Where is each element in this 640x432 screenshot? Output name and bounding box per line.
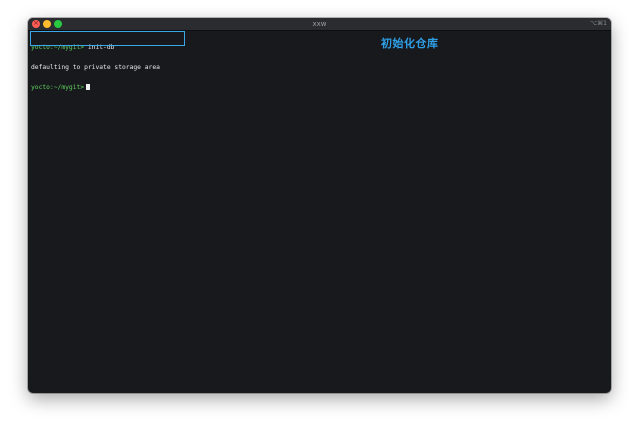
text-cursor xyxy=(86,84,91,90)
terminal-window: × xxw ⌥⌘1 yocto:~/mygit> init-db default… xyxy=(28,18,611,393)
terminal-line: yocto:~/mygit> xyxy=(31,84,160,91)
annotation-label: 初始化仓库 xyxy=(381,37,439,50)
window-title: xxw xyxy=(312,20,327,28)
command-highlight-box xyxy=(30,31,185,46)
output-text: defaulting to private storage area xyxy=(31,63,160,71)
shell-prompt: yocto:~/mygit> xyxy=(31,84,85,91)
terminal-line: defaulting to private storage area xyxy=(31,63,160,72)
title-bar: × xxw ⌥⌘1 xyxy=(28,18,611,31)
window-shortcut-label: ⌥⌘1 xyxy=(590,20,607,27)
